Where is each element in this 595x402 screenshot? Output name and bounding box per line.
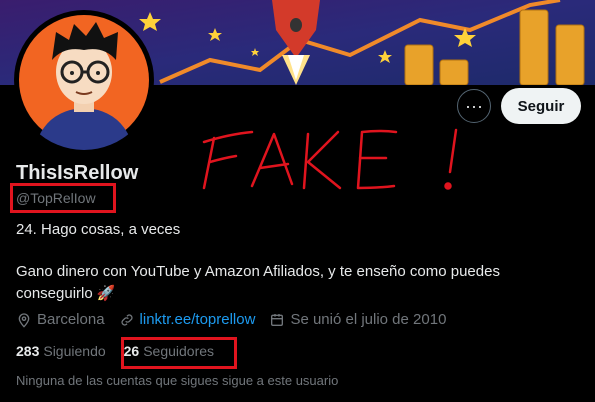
followers-highlight-box xyxy=(121,337,237,369)
following-link[interactable]: 283 Siguiendo xyxy=(16,343,106,359)
bio-line-1: 24. Hago cosas, a veces xyxy=(16,221,181,238)
following-label: Siguiendo xyxy=(43,343,106,359)
joined-item: Se unió el julio de 2010 xyxy=(269,311,446,328)
location-text: Barcelona xyxy=(37,311,105,328)
profile-meta: Barcelona linktr.ee/toprellow Se unió el… xyxy=(16,311,460,328)
follow-button[interactable]: Seguir xyxy=(501,88,581,124)
calendar-icon xyxy=(271,313,284,326)
following-count: 283 xyxy=(16,343,40,359)
handle-highlight-box xyxy=(10,183,116,213)
link-icon xyxy=(120,313,133,326)
fake-annotation xyxy=(202,128,458,190)
avatar[interactable] xyxy=(14,10,154,150)
location-item: Barcelona xyxy=(16,311,105,328)
mutual-followers-note: Ninguna de las cuentas que sigues sigue … xyxy=(16,373,339,388)
display-name: ThisIsRellow xyxy=(16,162,139,184)
link-item[interactable]: linktr.ee/toprellow xyxy=(119,311,256,328)
joined-text: Se unió el julio de 2010 xyxy=(290,311,447,328)
location-pin-icon xyxy=(18,312,30,328)
profile-link[interactable]: linktr.ee/toprellow xyxy=(140,311,256,328)
bio-line-2: Gano dinero con YouTube y Amazon Afiliad… xyxy=(16,263,500,302)
